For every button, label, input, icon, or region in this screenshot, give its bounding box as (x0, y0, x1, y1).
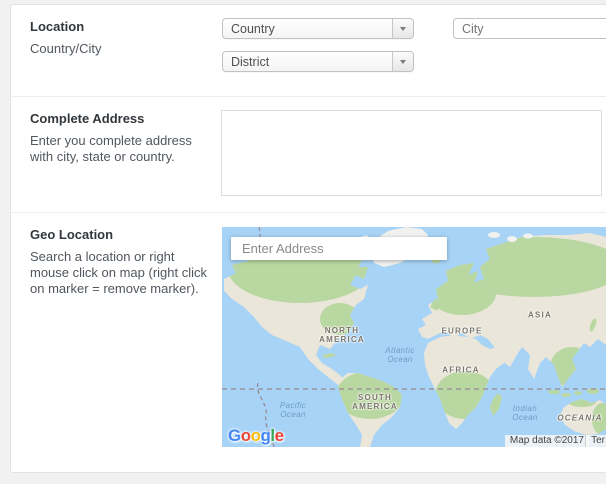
location-label: Location (30, 19, 216, 34)
chevron-down-icon[interactable] (392, 19, 413, 38)
complete-address-textarea[interactable] (221, 110, 602, 196)
geo-location-label: Geo Location (30, 227, 216, 242)
complete-address-description: Enter you complete address with city, st… (30, 133, 216, 165)
chevron-down-icon[interactable] (392, 52, 413, 71)
form-panel: Location Country/City Country District C… (10, 4, 606, 473)
country-select-value: Country (223, 19, 392, 38)
geo-location-head: Geo Location Search a location or right … (30, 227, 216, 297)
district-select-value: District (223, 52, 392, 71)
row-complete-address: Complete Address Enter you complete addr… (11, 97, 606, 213)
complete-address-label: Complete Address (30, 111, 216, 126)
map-address-search-input[interactable] (231, 237, 447, 260)
geo-location-description: Search a location or right mouse click o… (30, 249, 216, 297)
country-select[interactable]: Country (222, 18, 414, 39)
row-geo-location: Geo Location Search a location or right … (11, 213, 606, 473)
google-logo[interactable]: Google (228, 427, 284, 444)
district-select[interactable]: District (222, 51, 414, 72)
location-description: Country/City (30, 41, 216, 57)
city-input[interactable] (453, 18, 606, 39)
google-map[interactable]: NORTHAMERICA SOUTHAMERICA EUROPE AFRICA … (222, 227, 606, 447)
row-location: Location Country/City Country District (11, 5, 606, 97)
complete-address-head: Complete Address Enter you complete addr… (30, 111, 216, 165)
map-terms-link[interactable]: Ter (585, 435, 606, 447)
location-head: Location Country/City (30, 19, 216, 57)
world-map-graphic (222, 227, 606, 447)
map-attribution: Map data ©2017 (505, 435, 589, 447)
